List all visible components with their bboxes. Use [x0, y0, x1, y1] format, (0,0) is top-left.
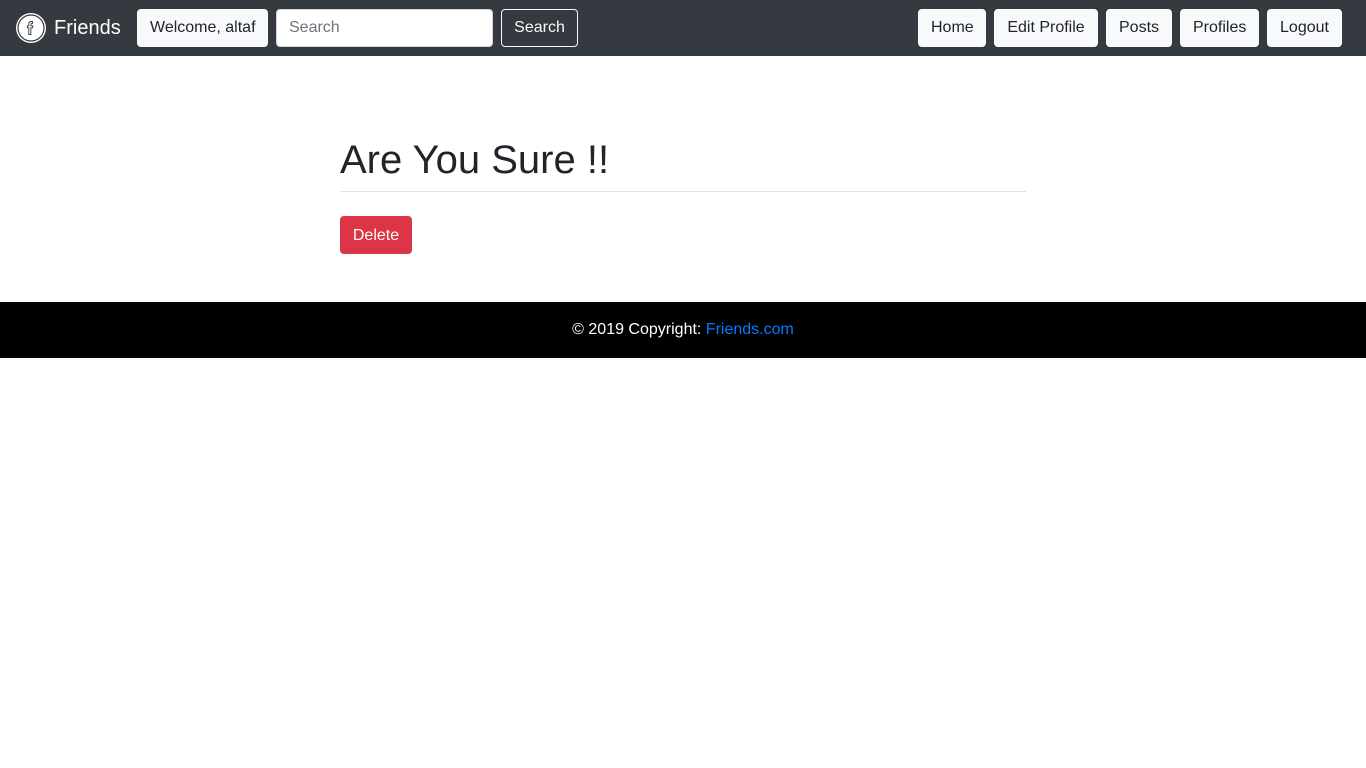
nav-home-button[interactable]: Home — [918, 9, 986, 47]
brand-link[interactable]: Friends — [16, 13, 121, 43]
copyright-text: © 2019 Copyright: — [572, 321, 706, 338]
welcome-user-button[interactable]: Welcome, altaf — [137, 9, 268, 47]
delete-button[interactable]: Delete — [340, 216, 412, 254]
page-footer: © 2019 Copyright: Friends.com — [0, 302, 1366, 358]
main-content: Are You Sure !! Delete — [340, 56, 1026, 302]
search-input[interactable] — [276, 9, 493, 47]
footer-site-link[interactable]: Friends.com — [706, 321, 794, 338]
nav-logout-button[interactable]: Logout — [1267, 9, 1342, 47]
brand-name: Friends — [54, 17, 121, 39]
title-divider — [340, 191, 1026, 192]
page-title: Are You Sure !! — [340, 138, 610, 182]
search-button[interactable]: Search — [501, 9, 578, 47]
nav-posts-button[interactable]: Posts — [1106, 9, 1172, 47]
top-navbar: Friends Welcome, altaf Search Home Edit … — [0, 0, 1366, 56]
facebook-f-icon — [16, 13, 46, 43]
nav-edit-profile-button[interactable]: Edit Profile — [994, 9, 1098, 47]
nav-profiles-button[interactable]: Profiles — [1180, 9, 1259, 47]
